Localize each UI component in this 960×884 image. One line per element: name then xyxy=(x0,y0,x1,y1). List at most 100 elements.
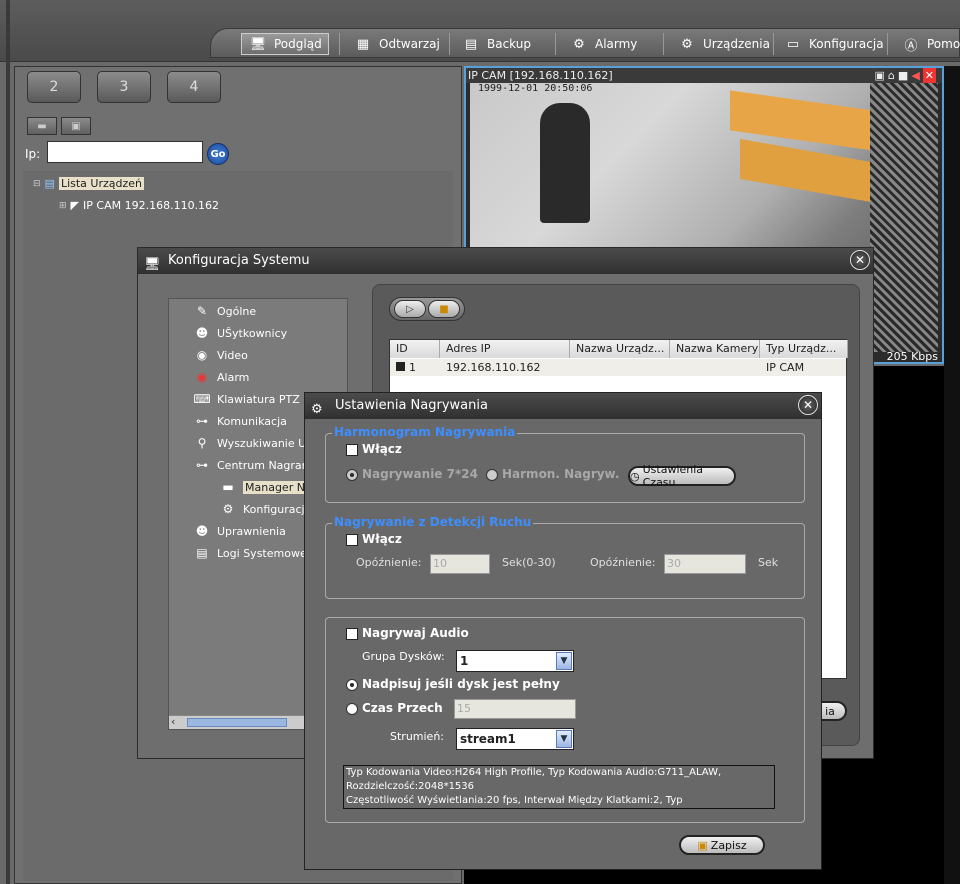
tree-item-video[interactable]: ◉ Video xyxy=(193,347,248,363)
edit-icon: ✎ xyxy=(196,304,208,318)
speaker-icon[interactable]: ◀ xyxy=(911,68,919,83)
tree-item-alarm[interactable]: ◉ Alarm xyxy=(193,369,250,385)
split-screen-button-4[interactable]: 4 xyxy=(167,71,221,103)
settings-icon: ⚙ xyxy=(311,402,323,417)
tree-item-general[interactable]: ✎ Ogólne xyxy=(193,303,256,319)
tab-alarmy[interactable]: ⚙ Alarmy xyxy=(563,33,643,55)
tab-odtwarzaj[interactable]: ▦ Odtwarzaj xyxy=(347,33,446,55)
column-header-device-type[interactable]: Typ Urządz... xyxy=(760,340,848,358)
ip-input[interactable] xyxy=(47,141,203,163)
play-button[interactable]: ▷ xyxy=(394,300,426,318)
expand-icon[interactable]: ⊞ xyxy=(59,201,67,211)
video-timestamp: 1999-12-01 20:50:06 xyxy=(478,83,593,94)
tree-item-communication[interactable]: ⊶ Komunikacja xyxy=(193,413,287,429)
checkbox-icon[interactable] xyxy=(396,362,405,371)
tree-item-record-config[interactable]: ⚙ Konfiguracja xyxy=(219,501,312,517)
close-icon[interactable]: ✕ xyxy=(922,68,936,83)
logs-icon: ▤ xyxy=(196,546,208,560)
tree-item-record-manager[interactable]: ▬ Manager Na xyxy=(219,479,314,495)
motion-legend: Nagrywanie z Detekcji Ruchu xyxy=(332,515,534,529)
post-delay-unit: Sek xyxy=(758,556,779,569)
tab-separator xyxy=(773,33,774,55)
window-frame xyxy=(6,0,10,884)
snapshot-icon[interactable]: ▣ xyxy=(875,68,885,83)
alarm-icon: ◉ xyxy=(196,370,208,384)
tree-item-device-search[interactable]: ⚲ Wyszukiwanie Urz xyxy=(193,435,317,451)
time-settings-button[interactable]: ◷ Ustawienia Czasu xyxy=(628,463,736,489)
keep-time-input[interactable]: 15 xyxy=(454,699,576,719)
ip-label: Ip: xyxy=(25,147,41,161)
permissions-icon: ☻ xyxy=(195,524,209,538)
network-icon: ⊶ xyxy=(196,458,208,472)
camera-icon: ▬ xyxy=(37,120,47,132)
schedule-group: Harmonogram Nagrywania Włącz Nagrywanie … xyxy=(325,425,805,503)
tree-item-system-logs[interactable]: ▤ Logi Systemowe xyxy=(193,545,306,561)
close-button[interactable]: ✕ xyxy=(850,250,870,270)
cable-bundle xyxy=(870,83,938,352)
chevron-down-icon[interactable]: ▼ xyxy=(556,652,572,670)
motion-group: Nagrywanie z Detekcji Ruchu Włącz Opóźni… xyxy=(325,515,805,599)
tree-item-recording-center[interactable]: ⊶ Centrum Nagrań xyxy=(193,457,309,473)
overwrite-radio[interactable] xyxy=(346,679,358,691)
split-screen-button-2[interactable]: 2 xyxy=(27,71,81,103)
video-icon: ◉ xyxy=(196,348,208,362)
schedule-enable-checkbox[interactable] xyxy=(346,444,358,456)
screen-icon: ▣ xyxy=(71,120,81,132)
post-delay-input[interactable]: 30 xyxy=(664,554,746,574)
pre-delay-input[interactable]: 10 xyxy=(430,554,490,574)
chevron-down-icon[interactable]: ▼ xyxy=(556,730,572,748)
tab-backup[interactable]: ▤ Backup xyxy=(455,33,537,55)
close-icon: ✕ xyxy=(854,253,866,267)
collapse-icon[interactable]: ⊟ xyxy=(33,179,41,189)
right-edge xyxy=(944,66,960,884)
column-header-device-name[interactable]: Nazwa Urządz... xyxy=(570,340,670,358)
device-list-icon: ▤ xyxy=(44,177,55,190)
record-audio-checkbox[interactable] xyxy=(346,628,358,640)
column-header-id[interactable]: ID xyxy=(390,340,440,358)
go-button[interactable]: Go xyxy=(207,143,229,165)
tab-urzadzenia[interactable]: ⚙ Urządzenia xyxy=(671,33,776,55)
close-icon: ✕ xyxy=(802,398,814,412)
close-button[interactable]: ✕ xyxy=(798,395,818,415)
record-icon[interactable]: ■ xyxy=(898,68,908,83)
tree-root-devices[interactable]: ⊟ ▤ Lista Urządzeń xyxy=(33,177,145,190)
record-schedule-radio[interactable] xyxy=(486,469,498,481)
stop-button[interactable]: ■ xyxy=(428,300,460,318)
motion-enable-checkbox[interactable] xyxy=(346,534,358,546)
config-icon: ▭ xyxy=(786,36,800,52)
tab-separator xyxy=(663,33,664,55)
play-icon: ▷ xyxy=(406,303,414,315)
tab-konfiguracja[interactable]: ▭ Konfiguracja xyxy=(777,33,890,55)
table-cell-ip: 192.168.110.162 xyxy=(446,361,541,374)
scroll-left-icon[interactable]: ‹ xyxy=(171,715,175,728)
save-icon: ▣ xyxy=(697,838,708,852)
split-screen-button-3[interactable]: 3 xyxy=(97,71,151,103)
tab-separator xyxy=(887,33,888,55)
lock-icon[interactable]: ⌂ xyxy=(888,68,895,83)
monitor-icon: 🖥 xyxy=(249,36,267,52)
screen-view-button[interactable]: ▣ xyxy=(61,117,91,135)
overwrite-label: Nadpisuj jeśli dysk jest pełny xyxy=(362,677,560,691)
main-tabs: 🖥 Podgląd ▦ Odtwarzaj ▤ Backup ⚙ Alarmy ⚙ Urz… xyxy=(210,28,960,58)
tree-item-ptz[interactable]: ⌨ Klawiatura PTZ xyxy=(193,391,299,407)
keyboard-icon: ⌨ xyxy=(193,392,211,406)
tab-pomoc[interactable]: ⒶPomoc xyxy=(895,33,960,55)
stream-select[interactable]: stream1 ▼ xyxy=(456,728,574,750)
disk-group-select[interactable]: 1 ▼ xyxy=(456,650,574,672)
camera-view-button[interactable]: ▬ xyxy=(27,117,57,135)
disk-group-label: Grupa Dysków: xyxy=(362,650,445,663)
tree-item-ipcam[interactable]: ⊞ ◤ IP CAM 192.168.110.162 xyxy=(59,199,219,212)
column-header-ip[interactable]: Adres IP xyxy=(440,340,570,358)
tree-item-permissions[interactable]: ☻ Uprawnienia xyxy=(193,523,286,539)
column-header-camera-name[interactable]: Nazwa Kamery xyxy=(670,340,760,358)
alarm-icon: ⚙ xyxy=(573,36,585,52)
stream-info-box: Typ Kodowania Video:H264 High Profile, T… xyxy=(343,765,775,809)
record-7x24-radio[interactable] xyxy=(346,469,358,481)
keep-time-radio[interactable] xyxy=(346,703,358,715)
users-icon: ☻ xyxy=(195,326,209,340)
tree-item-users[interactable]: ☻ UŜytkownicy xyxy=(193,325,287,341)
scroll-thumb[interactable] xyxy=(187,718,287,727)
tab-podglad[interactable]: 🖥 Podgląd xyxy=(241,33,329,55)
person-figure xyxy=(540,103,590,223)
save-button[interactable]: ▣ Zapisz xyxy=(679,835,765,855)
